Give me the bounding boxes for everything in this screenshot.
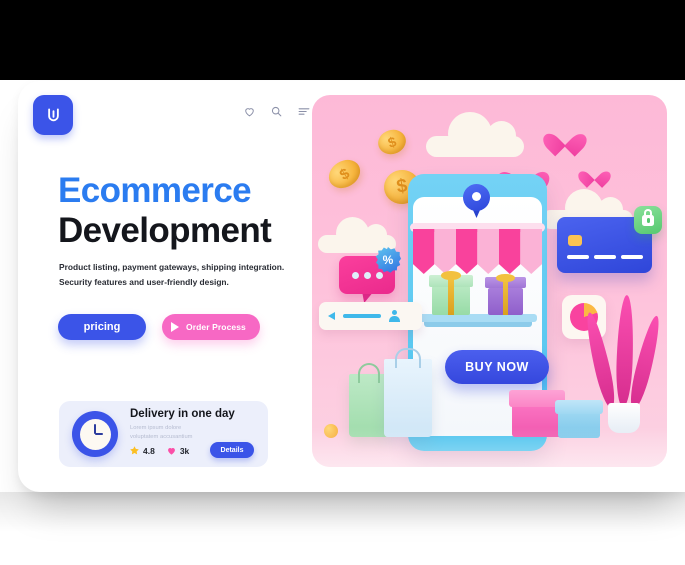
delivery-card[interactable]: Delivery in one day Lorem ipsum dolore v… [59,401,268,467]
star-icon [130,446,139,455]
rating-value: 4.8 [143,445,155,456]
order-process-label: Order Process [186,322,246,332]
page-title: Ecommerce Development [58,171,272,251]
nav-icon-group [243,105,311,118]
delivery-stats: 4.8 3k [129,445,189,456]
user-avatar-icon [389,310,400,322]
delivery-subtitle-line-1: Lorem ipsum dolore [130,425,182,431]
wishlist-heart-icon[interactable] [243,105,256,118]
hero-description-line-2: Security features and user-friendly desi… [59,276,229,287]
play-icon [171,322,179,332]
shop-shelf [419,314,537,322]
rating-stat: 4.8 [129,445,155,456]
shop-awning [413,229,542,274]
back-arrow-icon [328,312,335,320]
top-black-band [0,0,685,80]
hero-description-line-1: Product listing, payment gateways, shipp… [59,262,285,272]
search-icon[interactable] [270,105,283,118]
gold-coin-icon: $ [374,126,410,158]
lock-badge-icon [634,206,662,234]
headline-line-2: Development [58,210,272,250]
headline-line-1: Ecommerce [58,171,252,210]
card-number-lines [567,255,643,259]
floor-glow [312,427,667,467]
hero-cta-group: pricing Order Process [58,314,260,340]
heart-icon [584,164,605,184]
card-drop-shadow [0,492,685,532]
heart-icon [551,124,579,151]
clock-icon [72,411,118,457]
shopping-bag-blue [384,348,432,437]
search-bar-placeholder [343,314,381,318]
likes-stat: 3k [166,445,189,456]
hero-description: Product listing, payment gateways, shipp… [59,260,309,289]
shop-shelf-lip [424,322,532,327]
gold-coin-icon: $ [323,154,366,194]
delivery-title: Delivery in one day [130,408,235,420]
menu-icon[interactable] [297,105,311,118]
screenshot-stage: Ecommerce Development Product listing, p… [0,0,685,565]
power-u-icon [47,107,59,121]
delivery-subtitle: Lorem ipsum dolore voluptatem accusantiu… [130,424,193,442]
illustration-search-field [319,302,422,330]
likes-value: 3k [179,445,190,456]
landing-page-card: Ecommerce Development Product listing, p… [18,81,685,492]
cloud-icon [426,112,524,157]
details-button[interactable]: Details [210,442,254,458]
gift-box-green [429,271,473,315]
brand-logo[interactable] [33,95,73,135]
heart-filled-icon [167,448,175,455]
pricing-button[interactable]: pricing [58,314,146,340]
delivery-subtitle-line-2: voluptatem accusantium [130,433,193,440]
buy-now-button[interactable]: BUY NOW [445,350,549,384]
location-pin-icon [463,184,490,218]
order-process-button[interactable]: Order Process [162,314,260,340]
gift-box-purple [485,273,526,315]
card-chip-icon [568,235,582,246]
hero-illustration: $ $ $ BUY NOW % [312,95,667,467]
